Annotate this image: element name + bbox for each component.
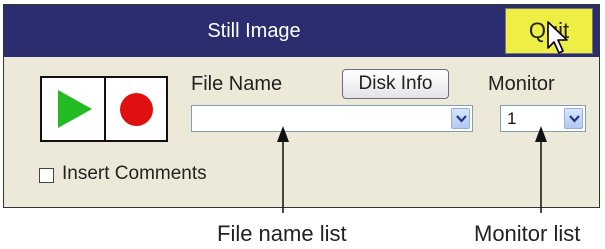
file-name-list-caption: File name list bbox=[217, 221, 347, 246]
monitor-list-caption: Monitor list bbox=[474, 221, 581, 246]
callout-arrows bbox=[277, 126, 547, 213]
